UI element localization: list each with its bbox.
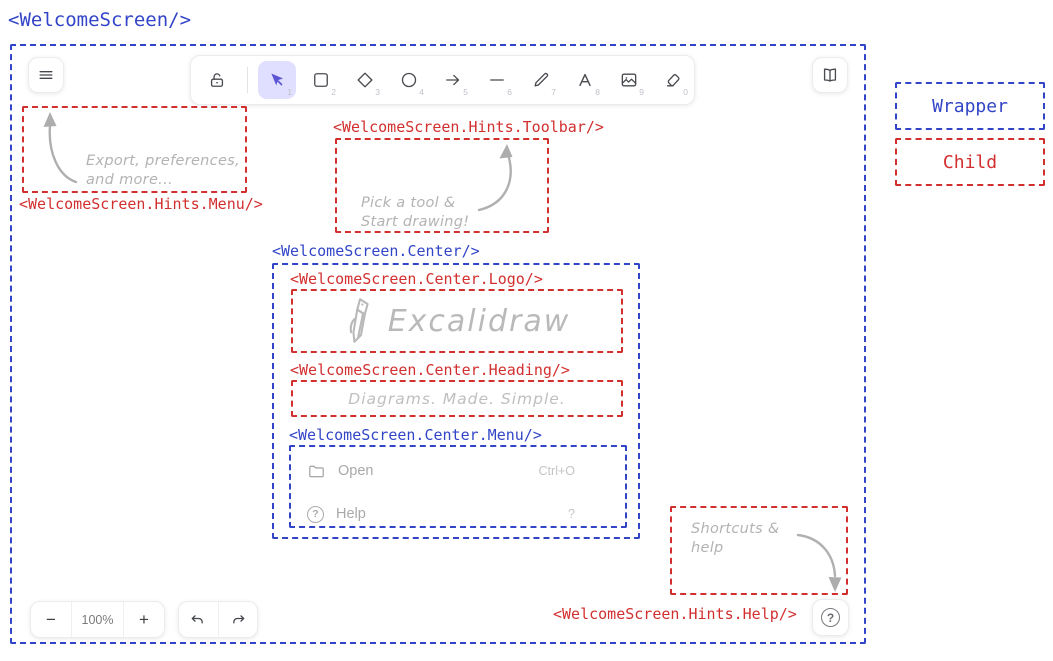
arrow-icon xyxy=(443,70,463,90)
tool-shortcut: 1 xyxy=(287,88,292,97)
menu-item-shortcut: Ctrl+O xyxy=(539,464,575,478)
menu-item-label: Help xyxy=(336,506,366,522)
zoom-bar: − 100% + xyxy=(30,601,165,638)
excalidraw-pencil-icon xyxy=(344,296,378,346)
help-button[interactable]: ? xyxy=(812,599,849,636)
ellipse-icon xyxy=(399,70,419,90)
tool-arrow[interactable]: 5 xyxy=(434,61,472,99)
page-title: <WelcomeScreen/> xyxy=(8,9,191,31)
minus-icon: − xyxy=(46,610,56,630)
text-icon xyxy=(575,70,595,90)
hint-menu-box: Export, preferences,and more... xyxy=(22,106,247,193)
zoom-out-button[interactable]: − xyxy=(31,602,71,637)
hint-toolbar-box: Pick a tool &Start drawing! xyxy=(335,138,549,233)
line-icon xyxy=(487,70,507,90)
pencil-icon xyxy=(531,70,551,90)
excalidraw-wordmark: Excalidraw xyxy=(388,304,571,339)
legend-wrapper-label: Wrapper xyxy=(932,96,1008,117)
help-circle-icon: ? xyxy=(307,506,324,523)
center-menu-box: Open Ctrl+O ? Help ? xyxy=(289,445,627,528)
legend-wrapper-box: Wrapper xyxy=(895,82,1045,130)
help-circle-icon: ? xyxy=(821,608,840,627)
hint-menu-text: Export, preferences,and more... xyxy=(86,152,240,190)
selection-cursor-icon xyxy=(267,70,287,90)
lock-icon xyxy=(207,70,227,90)
legend-child-box: Child xyxy=(895,138,1045,186)
book-icon xyxy=(820,65,840,85)
tool-shortcut: 2 xyxy=(331,88,336,97)
tool-shortcut: 6 xyxy=(507,88,512,97)
tool-draw[interactable]: 7 xyxy=(522,61,560,99)
undo-button[interactable] xyxy=(179,602,219,637)
undo-icon xyxy=(189,611,207,629)
menu-item-label: Open xyxy=(338,463,373,479)
tool-shortcut: 8 xyxy=(595,88,600,97)
lock-tool-button[interactable] xyxy=(199,61,235,99)
zoom-in-button[interactable]: + xyxy=(124,602,164,637)
folder-icon xyxy=(307,462,326,481)
toolbar: 1 2 3 4 5 6 7 xyxy=(190,55,695,105)
tool-eraser[interactable]: 0 xyxy=(654,61,692,99)
tool-shortcut: 3 xyxy=(375,88,380,97)
tool-shortcut: 5 xyxy=(463,88,468,97)
tool-image[interactable]: 9 xyxy=(610,61,648,99)
tool-shortcut: 0 xyxy=(683,88,688,97)
hint-menu-label: <WelcomeScreen.Hints.Menu/> xyxy=(19,196,263,213)
hint-help-text: Shortcuts &help xyxy=(691,520,780,558)
toolbar-divider xyxy=(247,67,248,93)
hint-help-box: Shortcuts &help xyxy=(670,506,848,595)
tool-diamond[interactable]: 3 xyxy=(346,61,384,99)
tool-shortcut: 4 xyxy=(419,88,424,97)
plus-icon: + xyxy=(139,610,149,630)
library-button[interactable] xyxy=(812,57,848,93)
center-logo-box: Excalidraw xyxy=(291,289,623,353)
diamond-icon xyxy=(355,70,375,90)
hamburger-icon xyxy=(36,65,56,85)
tool-shortcut: 9 xyxy=(639,88,644,97)
menu-item-help[interactable]: ? Help ? xyxy=(291,498,625,530)
rectangle-icon xyxy=(311,70,331,90)
history-bar xyxy=(178,601,258,638)
legend-child-label: Child xyxy=(943,152,997,173)
zoom-level[interactable]: 100% xyxy=(71,602,124,637)
redo-button[interactable] xyxy=(219,602,258,637)
menu-item-open[interactable]: Open Ctrl+O xyxy=(291,455,625,487)
center-heading-text: Diagrams. Made. Simple. xyxy=(348,390,565,408)
tool-selection[interactable]: 1 xyxy=(258,61,296,99)
image-icon xyxy=(619,70,639,90)
hint-toolbar-text: Pick a tool &Start drawing! xyxy=(361,194,469,232)
tool-rectangle[interactable]: 2 xyxy=(302,61,340,99)
center-logo-label: <WelcomeScreen.Center.Logo/> xyxy=(290,271,543,288)
center-label: <WelcomeScreen.Center/> xyxy=(272,243,480,260)
tool-shortcut: 7 xyxy=(551,88,556,97)
main-menu-button[interactable] xyxy=(28,57,64,93)
hint-toolbar-label: <WelcomeScreen.Hints.Toolbar/> xyxy=(333,119,604,136)
redo-icon xyxy=(229,611,247,629)
tool-line[interactable]: 6 xyxy=(478,61,516,99)
eraser-icon xyxy=(663,70,683,90)
tool-ellipse[interactable]: 4 xyxy=(390,61,428,99)
center-heading-box: Diagrams. Made. Simple. xyxy=(291,380,623,417)
center-menu-label: <WelcomeScreen.Center.Menu/> xyxy=(289,427,542,444)
center-heading-label: <WelcomeScreen.Center.Heading/> xyxy=(290,362,570,379)
tool-text[interactable]: 8 xyxy=(566,61,604,99)
menu-item-shortcut: ? xyxy=(568,507,575,521)
hint-help-label: <WelcomeScreen.Hints.Help/> xyxy=(553,606,797,623)
